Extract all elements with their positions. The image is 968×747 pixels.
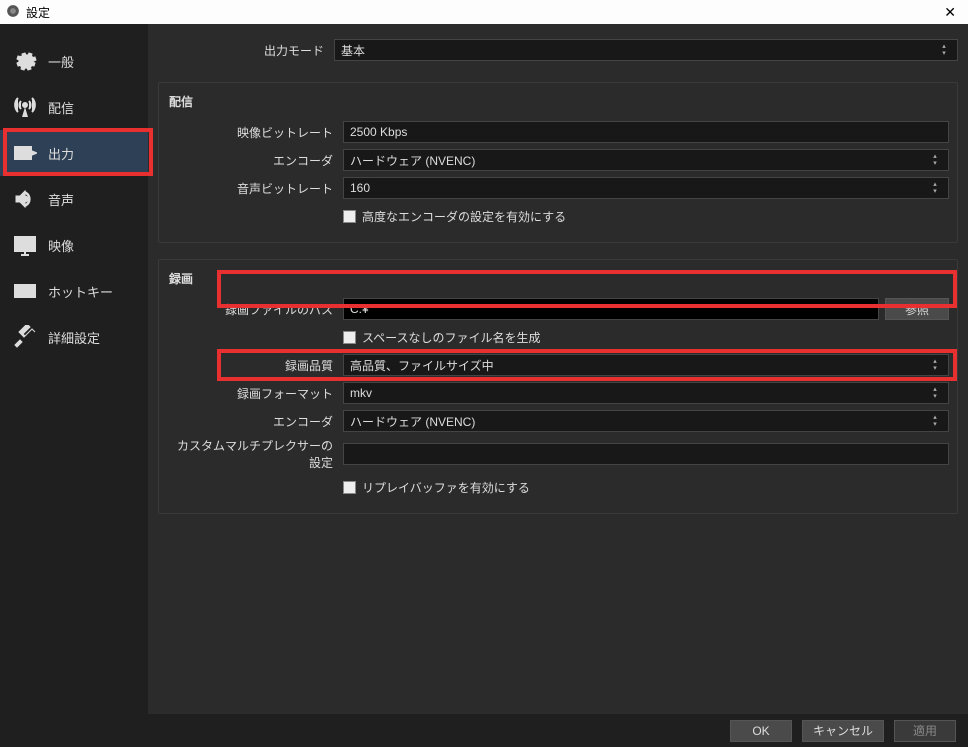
video-bitrate-input[interactable]: 2500 Kbps	[343, 121, 949, 143]
nospace-filename-label: スペースなしのファイル名を生成	[362, 329, 541, 346]
stream-encoder-value: ハードウェア (NVENC)	[350, 152, 475, 169]
output-mode-value: 基本	[341, 42, 365, 59]
audio-bitrate-select[interactable]: 160	[343, 177, 949, 199]
ok-button[interactable]: OK	[730, 720, 792, 742]
sidebar-item-label: 映像	[48, 236, 74, 255]
record-quality-value: 高品質、ファイルサイズ中	[350, 357, 494, 374]
gear-icon	[12, 48, 38, 74]
sidebar-item-advanced[interactable]: 詳細設定	[0, 314, 148, 360]
sidebar-item-hotkeys[interactable]: ホットキー	[0, 268, 148, 314]
nospace-filename-checkbox[interactable]: スペースなしのファイル名を生成	[343, 329, 541, 346]
cancel-button[interactable]: キャンセル	[802, 720, 884, 742]
sidebar: 一般 配信 出力 音声 映像	[0, 24, 148, 714]
sidebar-item-label: 音声	[48, 190, 74, 209]
advanced-encoder-label: 高度なエンコーダの設定を有効にする	[362, 208, 566, 225]
apply-button[interactable]: 適用	[894, 720, 956, 742]
sidebar-item-stream[interactable]: 配信	[0, 84, 148, 130]
video-bitrate-value: 2500 Kbps	[350, 125, 407, 139]
stream-group-title: 配信	[167, 93, 949, 110]
record-path-label: 録画ファイルのパス	[167, 301, 343, 318]
muxer-label: カスタムマルチプレクサーの設定	[167, 437, 343, 471]
video-bitrate-label: 映像ビットレート	[167, 124, 343, 141]
sidebar-item-label: ホットキー	[48, 282, 113, 301]
tools-icon	[12, 324, 38, 350]
replay-buffer-checkbox[interactable]: リプレイバッファを有効にする	[343, 479, 530, 496]
chevron-updown-icon	[928, 181, 942, 195]
output-mode-row: 出力モード 基本	[158, 38, 958, 62]
chevron-updown-icon	[928, 153, 942, 167]
sidebar-item-label: 一般	[48, 52, 74, 71]
record-format-label: 録画フォーマット	[167, 385, 343, 402]
muxer-input[interactable]	[343, 443, 949, 465]
chevron-updown-icon	[937, 43, 951, 57]
stream-encoder-label: エンコーダ	[167, 152, 343, 169]
record-format-value: mkv	[350, 386, 372, 400]
advanced-encoder-checkbox[interactable]: 高度なエンコーダの設定を有効にする	[343, 208, 566, 225]
replay-buffer-label: リプレイバッファを有効にする	[362, 479, 530, 496]
record-path-value: C:¥	[350, 302, 369, 316]
checkbox-icon	[343, 210, 356, 223]
sidebar-item-video[interactable]: 映像	[0, 222, 148, 268]
browse-label: 参照	[905, 301, 929, 318]
sidebar-item-general[interactable]: 一般	[0, 38, 148, 84]
checkbox-icon	[343, 481, 356, 494]
record-group-title: 録画	[167, 270, 949, 287]
browse-button[interactable]: 参照	[885, 298, 949, 320]
output-mode-label: 出力モード	[158, 42, 334, 59]
titlebar: 設定 ✕	[0, 0, 968, 24]
record-encoder-select[interactable]: ハードウェア (NVENC)	[343, 410, 949, 432]
stream-encoder-select[interactable]: ハードウェア (NVENC)	[343, 149, 949, 171]
checkbox-icon	[343, 331, 356, 344]
settings-content: 出力モード 基本 配信 映像ビットレート 2500 Kbps	[148, 24, 968, 714]
sidebar-item-label: 出力	[48, 144, 74, 163]
record-quality-select[interactable]: 高品質、ファイルサイズ中	[343, 354, 949, 376]
monitor-icon	[12, 232, 38, 258]
app-icon	[6, 4, 20, 21]
record-encoder-value: ハードウェア (NVENC)	[350, 413, 475, 430]
sidebar-item-output[interactable]: 出力	[0, 130, 148, 176]
audio-bitrate-value: 160	[350, 181, 370, 195]
close-button[interactable]: ✕	[938, 4, 962, 21]
keyboard-icon	[12, 278, 38, 304]
chevron-updown-icon	[928, 386, 942, 400]
record-path-input[interactable]: C:¥	[343, 298, 879, 320]
output-icon	[12, 140, 38, 166]
speaker-icon	[12, 186, 38, 212]
chevron-updown-icon	[928, 358, 942, 372]
window-title: 設定	[26, 4, 50, 21]
dialog-footer: OK キャンセル 適用	[0, 714, 968, 747]
record-group: 録画 録画ファイルのパス C:¥ 参照 スペースなしのファ	[158, 259, 958, 514]
sidebar-item-label: 詳細設定	[48, 328, 100, 347]
antenna-icon	[12, 94, 38, 120]
stream-group: 配信 映像ビットレート 2500 Kbps エンコーダ ハードウェア (NVEN…	[158, 82, 958, 243]
output-mode-select[interactable]: 基本	[334, 39, 958, 61]
audio-bitrate-label: 音声ビットレート	[167, 180, 343, 197]
sidebar-item-label: 配信	[48, 98, 74, 117]
record-quality-label: 録画品質	[167, 357, 343, 374]
chevron-updown-icon	[928, 414, 942, 428]
record-format-select[interactable]: mkv	[343, 382, 949, 404]
record-encoder-label: エンコーダ	[167, 413, 343, 430]
sidebar-item-audio[interactable]: 音声	[0, 176, 148, 222]
